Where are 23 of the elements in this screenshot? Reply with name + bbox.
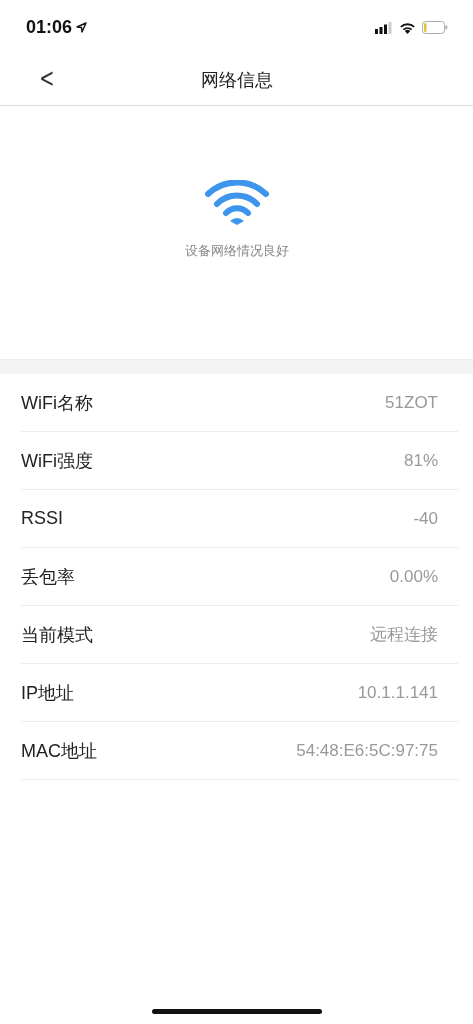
row-label: 丢包率	[21, 565, 75, 589]
page-title: 网络信息	[200, 69, 273, 92]
row-value: -40	[413, 508, 438, 529]
row-value: 0.00%	[389, 566, 438, 587]
row-label: 当前模式	[21, 623, 93, 647]
row-label: IP地址	[21, 681, 74, 705]
status-time: 01:06	[26, 17, 73, 38]
row-value: 10.1.1.141	[357, 682, 438, 703]
row-label: MAC地址	[21, 739, 97, 763]
row-value: 81%	[403, 450, 438, 471]
location-arrow-icon	[76, 22, 88, 33]
row-value: 远程连接	[370, 624, 438, 646]
row-value: 51ZOT	[385, 392, 438, 413]
wifi-icon	[203, 180, 270, 226]
row-label: WiFi名称	[21, 391, 93, 415]
row-value: 54:48:E6:5C:97:75	[296, 740, 438, 761]
row-label: WiFi强度	[21, 449, 93, 473]
signal-icon	[375, 21, 393, 34]
row-label: RSSI	[21, 508, 63, 529]
back-button[interactable]: <	[35, 63, 59, 93]
battery-icon	[422, 21, 448, 34]
wifi-icon	[399, 21, 416, 34]
network-status-text: 设备网络情况良好	[184, 242, 289, 260]
